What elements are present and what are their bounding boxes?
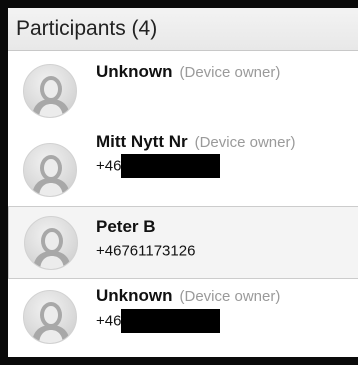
participant-name-line: Mitt Nytt Nr (Device owner)	[96, 132, 295, 152]
user-silhouette-icon	[32, 155, 70, 196]
participant-phone: +46	[96, 312, 122, 330]
participants-header: Participants (4)	[8, 8, 358, 51]
avatar-icon	[23, 143, 77, 197]
participant-row[interactable]: Unknown (Device owner)	[8, 52, 358, 126]
participants-panel: Participants (4) Unknown (Device owner)	[0, 0, 358, 365]
participant-name: Unknown	[96, 62, 173, 81]
participant-phone-line: +46761173126	[96, 242, 195, 266]
participant-row[interactable]: Unknown (Device owner) +46	[8, 279, 358, 353]
redacted-phone-block	[121, 309, 221, 333]
participants-list: Unknown (Device owner) Mitt Nytt Nr (Devic…	[8, 52, 358, 353]
participant-phone-line: +46	[96, 309, 221, 333]
participant-name: Peter B	[96, 217, 156, 236]
avatar-icon	[23, 64, 77, 118]
participant-name: Mitt Nytt Nr	[96, 132, 188, 151]
user-silhouette-icon	[33, 228, 71, 269]
redacted-phone-block	[121, 154, 221, 178]
participant-phone-line: +46	[96, 154, 221, 178]
device-owner-tag: (Device owner)	[179, 288, 281, 305]
participant-name-line: Peter B	[96, 217, 156, 237]
participant-row[interactable]: Mitt Nytt Nr (Device owner) +46	[8, 126, 358, 206]
participants-title: Participants (4)	[16, 17, 158, 40]
participant-name: Unknown	[96, 286, 173, 305]
participant-row-selected[interactable]: Peter B +46761173126	[8, 206, 358, 279]
device-owner-tag: (Device owner)	[194, 134, 296, 151]
participant-phone: +46761173126	[96, 242, 196, 260]
participant-name-line: Unknown (Device owner)	[96, 62, 280, 82]
user-silhouette-icon	[32, 302, 70, 343]
device-owner-tag: (Device owner)	[179, 64, 281, 81]
avatar-icon	[24, 216, 78, 270]
participant-phone: +46	[96, 157, 122, 175]
avatar-icon	[23, 290, 77, 344]
user-silhouette-icon	[32, 76, 70, 117]
participant-name-line: Unknown (Device owner)	[96, 286, 280, 306]
